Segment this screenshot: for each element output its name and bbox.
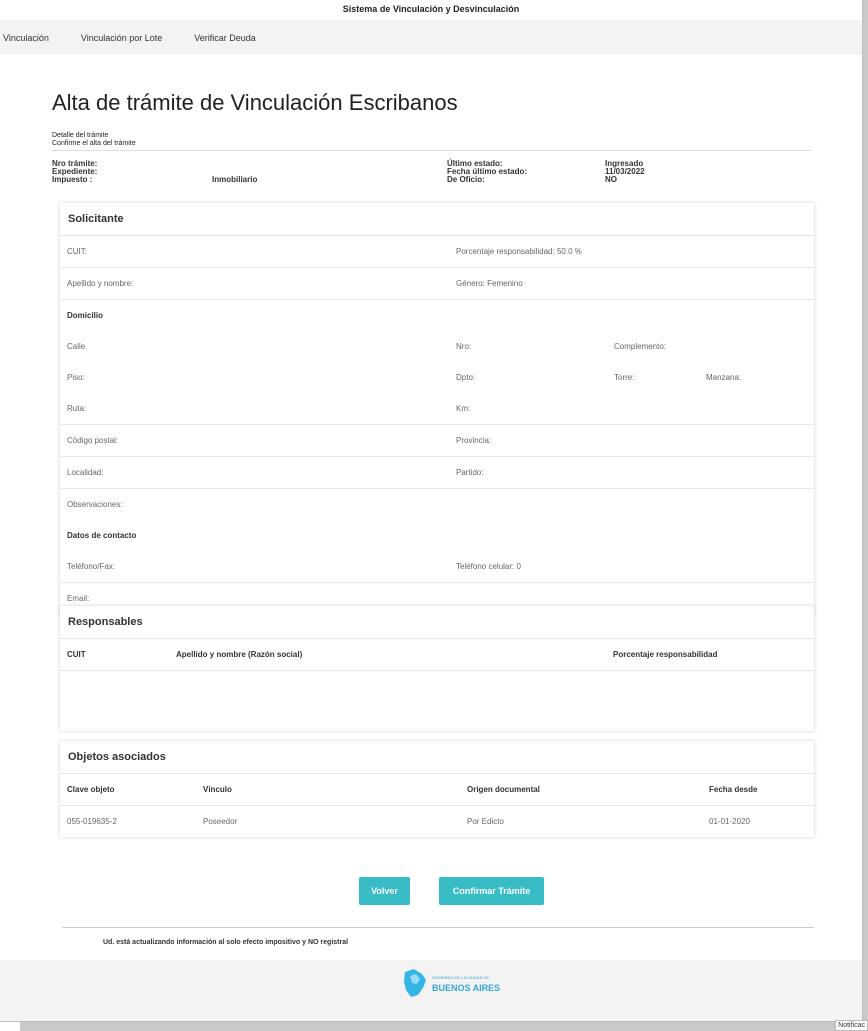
col-clave-objeto: Clave objeto <box>67 785 115 794</box>
codigo-postal-label: Código postal: <box>67 436 119 445</box>
col-fecha-desde: Fecha desde <box>709 785 758 794</box>
ruta-label: Ruta: <box>67 404 87 413</box>
row-domicilio: Domicilio <box>60 300 814 331</box>
calle-label: Calle <box>67 342 86 351</box>
torre-label: Torre: <box>614 373 635 382</box>
city-map-icon <box>404 969 426 997</box>
col-apellido: Apellido y nombre (Razón social) <box>176 650 303 659</box>
solicitante-card: Solicitante CUIT: Porcentaje responsabil… <box>60 203 814 614</box>
footer: GOBIERNO DE LA CIUDAD DE BUENOS AIRES <box>0 960 862 1021</box>
cell-origen: Por Edicto <box>467 817 504 826</box>
row-codigo-postal: Código postal: Provincia: <box>60 425 814 457</box>
footer-divider <box>62 927 814 928</box>
localidad-label: Localidad: <box>67 468 104 477</box>
telefono-label: Teléfono/Fax: <box>67 562 116 571</box>
solicitante-title: Solicitante <box>60 203 814 236</box>
cuit-label: CUIT: <box>67 247 87 256</box>
confirmar-tramite-button[interactable]: Confirmar Trámite <box>439 877 544 905</box>
manzana-label: Manzana: <box>706 373 742 382</box>
row-apellido: Apellido y nombre: Género: Femenino <box>60 268 814 300</box>
row-localidad: Localidad: Partido: <box>60 457 814 489</box>
celular-label: Teléfono celular: 0 <box>456 562 521 571</box>
detail-subtitle: Confirme el alta del trámite <box>52 140 136 147</box>
buenos-aires-logo: GOBIERNO DE LA CIUDAD DE BUENOS AIRES <box>402 968 500 998</box>
logo-small-text: GOBIERNO DE LA CIUDAD DE <box>432 975 490 980</box>
provincia-label: Provincia: <box>456 436 492 445</box>
dpto-label: Dpto: <box>456 373 476 382</box>
km-label: Km: <box>456 404 471 413</box>
objetos-header: Clave objeto Vínculo Origen documental F… <box>60 774 814 806</box>
volver-button[interactable]: Volver <box>359 877 410 905</box>
apellido-label: Apellido y nombre: <box>67 279 134 288</box>
de-oficio-label: De Oficio: <box>447 175 485 184</box>
responsables-header: CUIT Apellido y nombre (Razón social) Po… <box>60 639 814 671</box>
col-cuit: CUIT <box>67 650 86 659</box>
row-telefono: Teléfono/Fax: Teléfono celular: 0 <box>60 551 814 583</box>
notifications-tab[interactable]: Notificac <box>835 1020 868 1031</box>
datos-contacto-heading: Datos de contacto <box>67 531 137 540</box>
col-porcentaje: Porcentaje responsabilidad <box>613 650 718 659</box>
porcentaje-label: Porcentaje responsabilidad: 50.0 % <box>456 247 582 256</box>
footnote: Ud. está actualizando información al sol… <box>103 939 349 946</box>
row-piso: Piso: Dpto: Torre: Manzana: <box>60 362 814 393</box>
impuesto-value: Inmobiliario <box>212 175 258 184</box>
genero-label: Género: Femenino <box>456 279 523 288</box>
fecha-estado-value: 11/03/2022 <box>605 167 645 176</box>
objetos-card: Objetos asociados Clave objeto Vínculo O… <box>60 741 814 837</box>
cell-clave-objeto: 055-019635-2 <box>67 817 117 826</box>
detail-title: Detalle del trámite <box>52 132 109 139</box>
row-cuit: CUIT: Porcentaje responsabilidad: 50.0 % <box>60 236 814 268</box>
impuesto-label: Impuesto : <box>52 175 93 184</box>
piso-label: Piso: <box>67 373 85 382</box>
nro-label: Nro: <box>456 342 472 351</box>
nav-vinculacion-lote[interactable]: Vinculación por Lote <box>81 33 162 43</box>
cell-vinculo: Poseedor <box>203 817 238 826</box>
email-label: Email: <box>67 594 90 603</box>
page-title: Alta de trámite de Vinculación Escribano… <box>52 90 458 115</box>
observaciones-label: Observaciones: <box>67 500 123 509</box>
divider <box>52 150 812 151</box>
nav-vinculacion[interactable]: Vinculación <box>3 33 49 43</box>
cell-fecha-desde: 01-01-2020 <box>709 817 750 826</box>
de-oficio-value: NO <box>605 175 617 184</box>
col-origen: Origen documental <box>467 785 540 794</box>
main-nav: Vinculación Vinculación por Lote Verific… <box>0 20 862 55</box>
responsables-title: Responsables <box>60 606 814 639</box>
nav-verificar-deuda[interactable]: Verificar Deuda <box>194 33 256 43</box>
row-observaciones: Observaciones: <box>60 489 814 520</box>
info-grid: Nro trámite: Último estado: Ingresado Ex… <box>52 160 812 184</box>
logo-main-text: BUENOS AIRES <box>432 983 501 993</box>
row-calle: Calle Nro: Complemento: <box>60 331 814 362</box>
partido-label: Partido: <box>456 468 484 477</box>
objetos-title: Objetos asociados <box>60 741 814 774</box>
browser-window: Sistema de Vinculación y Desvinculación … <box>0 0 863 1022</box>
row-ruta: Ruta: Km: <box>60 393 814 425</box>
responsables-card: Responsables CUIT Apellido y nombre (Raz… <box>60 606 814 731</box>
domicilio-heading: Domicilio <box>67 311 104 320</box>
app-title: Sistema de Vinculación y Desvinculación <box>0 0 862 20</box>
page-content: Alta de trámite de Vinculación Escribano… <box>52 90 812 184</box>
col-vinculo: Vínculo <box>203 785 232 794</box>
table-row: 055-019635-2 Poseedor Por Edicto 01-01-2… <box>60 806 814 837</box>
row-datos-contacto: Datos de contacto <box>60 520 814 551</box>
detail-block: Detalle del trámite Confirme el alta del… <box>52 132 812 148</box>
complemento-label: Complemento: <box>614 342 667 351</box>
